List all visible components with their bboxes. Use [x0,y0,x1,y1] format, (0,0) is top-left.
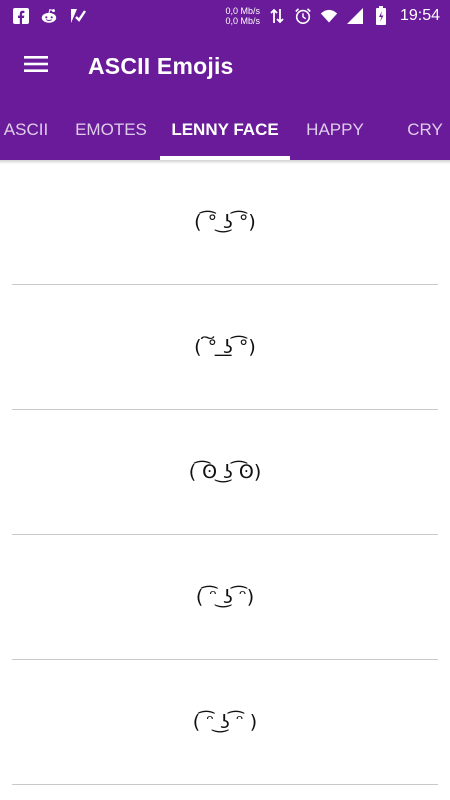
list-item[interactable]: ( ͡ᵔ ͜ʖ ͡ᵔ) [0,535,450,659]
wifi-icon [320,7,338,25]
list-item[interactable]: ( ͡ʘ ͜ʖ ͡ʘ) [0,410,450,534]
data-arrows-icon [268,7,286,25]
hamburger-menu-icon [24,55,48,78]
divider [12,784,438,785]
emoji-text: ( ͡° ͜ʖ ͡°) [194,211,256,233]
tab-ascii[interactable]: ASCII [0,100,52,160]
list-item[interactable]: ( ͡° ͜ʖ ͡°) [0,160,450,284]
reddit-icon [40,7,58,25]
emoji-text: ( ͡ʘ ͜ʖ ͡ʘ) [188,461,262,483]
list-item[interactable]: ( ͡ᵔ ͜ʖ ͡ᵔ ) [0,660,450,784]
tab-bar-shadow [0,160,450,164]
app-bar: ASCII Emojis [0,32,450,100]
signal-icon [346,7,364,25]
tab-emotes[interactable]: EMOTES [62,100,160,160]
net-down-text: 0,0 Mb/s [225,16,260,26]
status-bar: 0,0 Mb/s 0,0 Mb/s 19:54 [0,0,450,32]
facebook-icon [12,7,30,25]
list-item[interactable]: ( ͠° ͟ʖ ͡°) [0,285,450,409]
battery-icon [372,6,390,25]
alarm-icon [294,7,312,25]
net-up-text: 0,0 Mb/s [225,6,260,16]
emoji-list: ( ͡° ͜ʖ ͡°) ( ͠° ͟ʖ ͡°) ( ͡ʘ ͜ʖ ͡ʘ) ( ͡ᵔ… [0,160,450,785]
tab-lenny-face[interactable]: LENNY FACE [160,100,290,160]
network-speed: 0,0 Mb/s 0,0 Mb/s [225,6,260,26]
tab-cry[interactable]: CRY [392,100,450,160]
emoji-text: ( ͡ᵔ ͜ʖ ͡ᵔ) [195,586,255,608]
tab-happy[interactable]: HAPPY [290,100,380,160]
app-title: ASCII Emojis [88,52,234,79]
vpn-check-icon [68,7,86,25]
menu-button[interactable] [12,42,60,90]
clock-time: 19:54 [399,7,440,24]
tab-bar: ASCII EMOTES LENNY FACE HAPPY CRY [0,100,450,160]
emoji-text: ( ͡ᵔ ͜ʖ ͡ᵔ ) [192,711,258,733]
emoji-text: ( ͠° ͟ʖ ͡°) [194,336,256,358]
